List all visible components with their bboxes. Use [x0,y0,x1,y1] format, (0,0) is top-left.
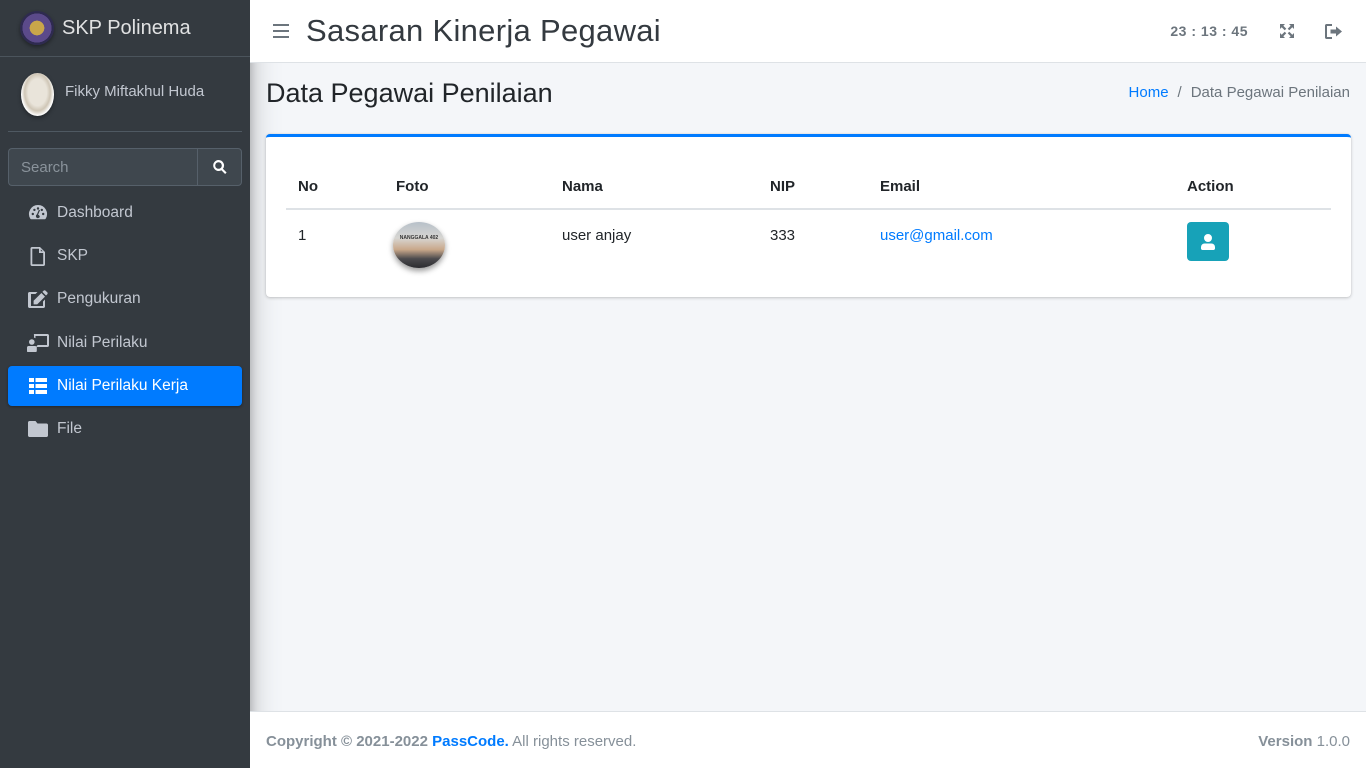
sidebar-item-skp[interactable]: SKP [8,236,242,276]
company-link[interactable]: PassCode. [432,733,509,750]
expand-icon [1280,24,1294,38]
chalkboard-user-icon [27,333,49,353]
cell-no: 1 [298,227,307,244]
search-input[interactable] [8,148,197,186]
app-title: Sasaran Kinerja Pegawai [306,13,661,48]
main-sidebar: SKP Polinema Fikky Miftakhul Huda Dashbo… [0,0,250,768]
breadcrumb-current: Data Pegawai Penilaian [1190,84,1350,101]
cell-action [1175,209,1331,281]
brand-logo [20,11,54,45]
version-label: Version [1258,733,1313,750]
sidebar-nav: Dashboard SKP Pengukuran Nilai Perilaku … [8,193,242,452]
sidebar-item-nilai-perilaku[interactable]: Nilai Perilaku [8,323,242,363]
logout-button[interactable] [1322,20,1344,42]
data-card: No Foto Nama NIP Email Action 1 NANGGALA… [266,134,1351,297]
column-header-action: Action [1175,165,1331,210]
email-link[interactable]: user@gmail.com [880,227,993,244]
user-avatar [21,72,54,116]
clock: 23 : 13 : 45 [1170,23,1248,39]
table-row: 1 NANGGALA 402 user anjay 333 user@gmail… [286,209,1331,281]
cell-nip: 333 [770,227,796,244]
search-icon [212,160,227,174]
view-user-button[interactable] [1187,222,1229,261]
content-header: Data Pegawai Penilaian Home / Data Pegaw… [266,78,1350,118]
table-list-icon [27,376,49,396]
column-header-no: No [286,165,384,210]
cell-nama: user anjay [562,227,632,244]
column-header-foto: Foto [384,165,550,210]
sidebar-item-pengukuran[interactable]: Pengukuran [8,279,242,319]
footer-copyright: Copyright © 2021-2022 PassCode. All righ… [266,733,636,750]
folder-icon [27,419,49,439]
sidebar-item-label: Pengukuran [57,290,141,308]
version-number: 1.0.0 [1316,733,1350,750]
photo-caption: NANGGALA 402 [399,235,439,241]
breadcrumb-separator: / [1177,84,1182,101]
page-title: Data Pegawai Penilaian [266,78,553,108]
sidebar-item-label: Nilai Perilaku Kerja [57,376,188,394]
sidebar-item-label: SKP [57,247,89,265]
breadcrumb: Home / Data Pegawai Penilaian [1129,84,1350,101]
sidebar-search [8,148,242,186]
column-header-nama: Nama [550,165,758,210]
sidebar-item-label: Nilai Perilaku [57,333,148,351]
footer-version: Version 1.0.0 [1258,733,1350,750]
breadcrumb-home-link[interactable]: Home [1129,84,1169,101]
copyright-text: Copyright © 2021-2022 [266,733,428,750]
brand-name: SKP Polinema [62,16,191,39]
sidebar-item-nilai-perilaku-kerja[interactable]: Nilai Perilaku Kerja [8,365,242,406]
cell-foto: NANGGALA 402 [384,209,550,281]
brand-link[interactable]: SKP Polinema [0,0,250,57]
main-footer: Copyright © 2021-2022 PassCode. All righ… [250,711,1366,768]
sign-out-icon [1324,23,1342,39]
tachometer-icon [27,203,49,223]
user-icon [1201,233,1215,250]
top-navbar: Sasaran Kinerja Pegawai 23 : 13 : 45 [250,0,1366,63]
column-header-email: Email [868,165,1175,210]
menu-toggle-icon[interactable] [273,24,289,38]
user-panel[interactable]: Fikky Miftakhul Huda [8,57,242,132]
search-button[interactable] [197,148,242,186]
sidebar-item-label: Dashboard [57,204,133,221]
sidebar-item-dashboard[interactable]: Dashboard [8,193,242,233]
rights-text: All rights reserved. [512,733,637,750]
column-header-nip: NIP [758,165,868,210]
employee-photo: NANGGALA 402 [393,222,445,268]
sidebar-item-file[interactable]: File [8,409,242,449]
file-icon [27,246,49,266]
table-header-row: No Foto Nama NIP Email Action [286,165,1331,210]
fullscreen-button[interactable] [1276,20,1298,42]
edit-icon [27,289,49,309]
cell-email: user@gmail.com [868,209,1175,281]
user-name[interactable]: Fikky Miftakhul Huda [65,83,204,100]
pegawai-table: No Foto Nama NIP Email Action 1 NANGGALA… [286,165,1331,281]
sidebar-item-label: File [57,419,82,437]
